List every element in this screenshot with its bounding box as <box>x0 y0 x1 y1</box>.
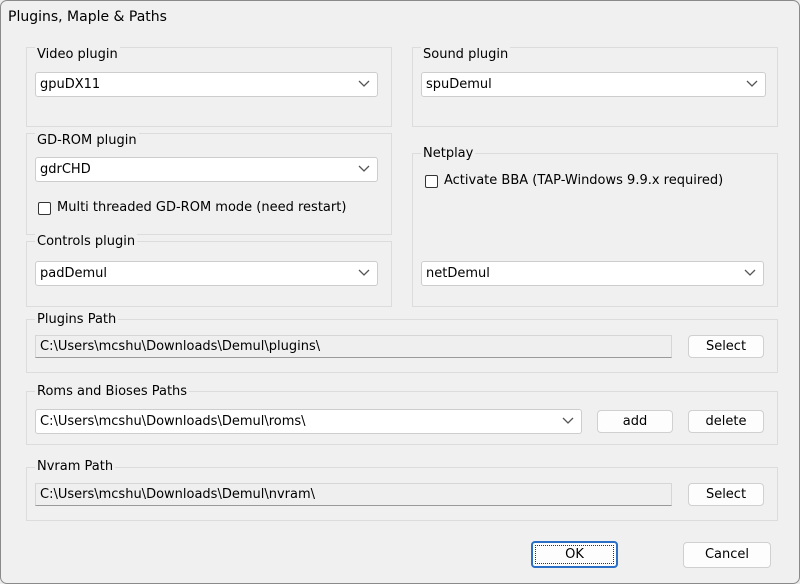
title-bar[interactable]: Plugins, Maple & Paths <box>1 1 799 33</box>
ok-button[interactable]: OK <box>531 541 618 568</box>
nvram-path-select-button[interactable]: Select <box>688 483 764 506</box>
roms-path-value: C:\Users\mcshu\Downloads\Demul\roms\ <box>40 414 306 429</box>
chevron-down-icon <box>358 80 370 87</box>
plugins-path-label: Plugins Path <box>35 312 119 327</box>
roms-delete-label: delete <box>705 414 747 429</box>
plugins-path-value: C:\Users\mcshu\Downloads\Demul\plugins\ <box>40 339 321 354</box>
video-plugin-select[interactable]: gpuDX11 <box>35 72 378 97</box>
gdrom-plugin-select[interactable]: gdrCHD <box>35 157 378 182</box>
gdrom-plugin-group <box>26 133 392 235</box>
video-plugin-label: Video plugin <box>35 47 120 62</box>
nvram-path-field: C:\Users\mcshu\Downloads\Demul\nvram\ <box>35 483 672 506</box>
roms-add-button[interactable]: add <box>597 410 673 433</box>
plugins-path-select-button[interactable]: Select <box>688 335 764 358</box>
controls-plugin-select[interactable]: padDemul <box>35 261 378 286</box>
roms-delete-button[interactable]: delete <box>688 410 764 433</box>
ok-button-label: OK <box>565 547 584 562</box>
bba-checkbox[interactable] <box>425 175 438 188</box>
controls-plugin-value: padDemul <box>40 266 107 281</box>
roms-add-label: add <box>622 414 648 429</box>
gdrom-plugin-label: GD-ROM plugin <box>35 133 139 148</box>
bba-checkbox-label[interactable]: Activate BBA (TAP-Windows 9.9.x required… <box>444 173 723 188</box>
window-title: Plugins, Maple & Paths <box>8 9 167 25</box>
nvram-path-label: Nvram Path <box>35 459 116 474</box>
sound-plugin-label: Sound plugin <box>421 47 511 62</box>
video-plugin-value: gpuDX11 <box>40 77 101 92</box>
plugins-path-field: C:\Users\mcshu\Downloads\Demul\plugins\ <box>35 335 672 358</box>
cancel-button-label: Cancel <box>704 547 750 562</box>
chevron-down-icon <box>746 80 758 87</box>
plugins-path-select-label: Select <box>705 339 747 354</box>
nvram-path-select-label: Select <box>705 487 747 502</box>
controls-plugin-label: Controls plugin <box>35 234 138 249</box>
netplay-plugin-select[interactable]: netDemul <box>421 261 764 286</box>
netplay-label: Netplay <box>421 146 476 161</box>
chevron-down-icon <box>358 269 370 276</box>
sound-plugin-value: spuDemul <box>426 77 492 92</box>
roms-path-label: Roms and Bioses Paths <box>35 384 190 399</box>
netplay-plugin-value: netDemul <box>426 266 490 281</box>
multithread-checkbox-label[interactable]: Multi threaded GD-ROM mode (need restart… <box>57 200 346 215</box>
gdrom-plugin-value: gdrCHD <box>40 162 91 177</box>
dialog-window: Plugins, Maple & Paths Video plugin gpuD… <box>0 0 800 584</box>
chevron-down-icon <box>358 165 370 172</box>
cancel-button[interactable]: Cancel <box>683 542 771 568</box>
chevron-down-icon <box>744 269 756 276</box>
sound-plugin-select[interactable]: spuDemul <box>421 72 766 97</box>
multithread-checkbox[interactable] <box>38 202 51 215</box>
chevron-down-icon <box>562 417 574 424</box>
roms-path-select[interactable]: C:\Users\mcshu\Downloads\Demul\roms\ <box>35 409 582 434</box>
nvram-path-value: C:\Users\mcshu\Downloads\Demul\nvram\ <box>40 487 316 502</box>
